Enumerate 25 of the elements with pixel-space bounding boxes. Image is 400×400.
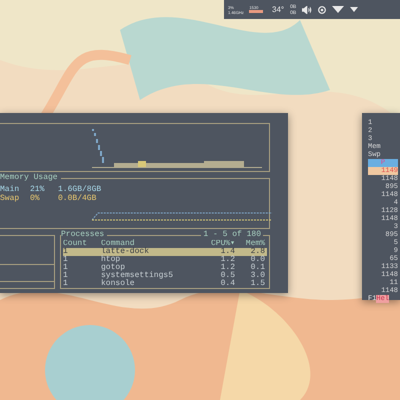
process-row[interactable]: 1 htop 1.2 0.0 xyxy=(63,256,267,264)
process-row[interactable]: 1 systemsettings5 0.5 3.0 xyxy=(63,272,267,280)
column-header[interactable]: Command xyxy=(101,240,199,248)
column-header[interactable]: CPU%▾ xyxy=(199,240,235,248)
process-row[interactable]: 1 latte-dock 1.4 2.8 xyxy=(63,248,267,256)
wifi-icon[interactable] xyxy=(332,6,344,13)
column-header[interactable]: Count xyxy=(63,240,101,248)
memory-percent: 21% xyxy=(30,184,46,194)
process-count: 1 - 5 of 180 xyxy=(201,230,263,240)
memory-label: Main xyxy=(0,184,20,194)
process-row[interactable]: 1 konsole 0.4 1.5 xyxy=(63,280,267,288)
empty-panel xyxy=(0,235,55,289)
temperature-reading: 34° xyxy=(272,5,284,14)
memory-label: Swap xyxy=(0,194,20,203)
circle-icon[interactable] xyxy=(318,6,326,14)
memory-amount: 1.6GB/8GB xyxy=(58,184,102,194)
caret-icon[interactable] xyxy=(350,7,358,12)
memory-amount: 0.0B/4GB xyxy=(58,194,96,203)
memory-percent: 0% xyxy=(30,194,41,203)
process-row[interactable]: 1 gotop 1.2 0.1 xyxy=(63,264,267,272)
speaker-icon[interactable] xyxy=(302,6,312,14)
meter-bar xyxy=(249,10,264,12)
panel-title: Processes xyxy=(61,230,108,240)
column-header[interactable]: Mem% xyxy=(235,240,265,248)
panel-title: Memory Usage xyxy=(0,172,61,183)
